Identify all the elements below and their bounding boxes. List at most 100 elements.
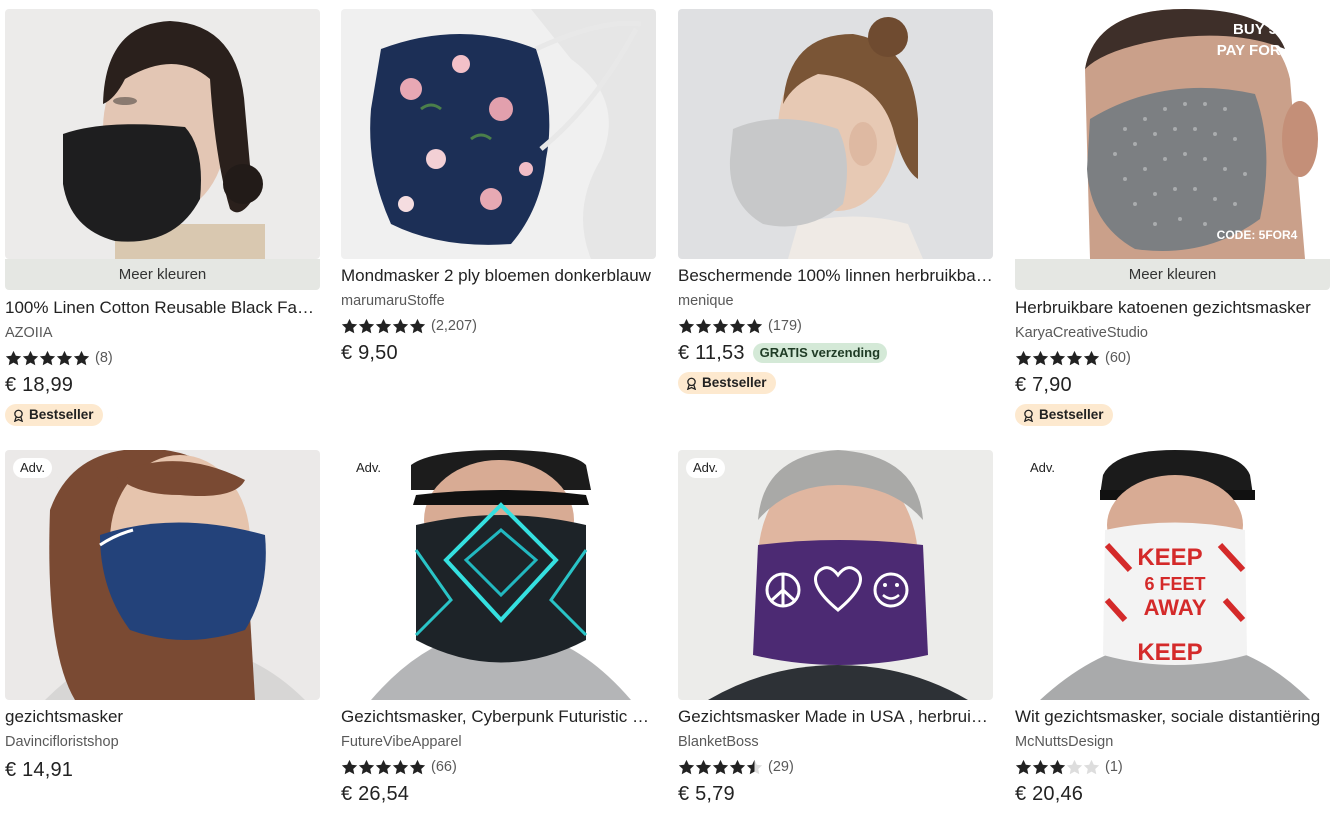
listing-title[interactable]: Mondmasker 2 ply bloemen donkerblauw: [341, 265, 656, 287]
star-rating: [1015, 759, 1100, 776]
ad-badge: Adv.: [13, 458, 53, 478]
bestseller-label: Bestseller: [29, 407, 94, 422]
star-icon-full: [1049, 759, 1066, 776]
listing-card[interactable]: BUY 5 PAY FOR 4 CODE: 5FOR4 Meer kleuren…: [1015, 9, 1330, 427]
price: € 9,50: [341, 341, 398, 364]
star-icon-full: [1015, 759, 1032, 776]
more-colors-button[interactable]: Meer kleuren: [1015, 259, 1330, 290]
listing-image[interactable]: [341, 9, 656, 259]
shop-name[interactable]: McNuttsDesign: [1015, 732, 1330, 752]
price: € 5,79: [678, 782, 735, 805]
star-icon-full: [729, 759, 746, 776]
listing-title[interactable]: Gezichtsmasker, Cyberpunk Futuristic Nec…: [341, 706, 656, 728]
shop-name[interactable]: FutureVibeApparel: [341, 732, 656, 752]
star-icon-full: [358, 318, 375, 335]
rating: (2,207): [341, 316, 656, 336]
review-count: (66): [431, 759, 457, 775]
listing-title[interactable]: Wit gezichtsmasker, sociale distantiërin…: [1015, 706, 1330, 728]
star-icon-full: [678, 318, 695, 335]
price: € 18,99: [5, 373, 74, 396]
rating: (1): [1015, 757, 1330, 777]
medal-icon: [686, 377, 697, 390]
review-count: (179): [768, 318, 802, 334]
star-rating: [1015, 350, 1100, 367]
listing-card[interactable]: Adv. Gezichtsmasker, Cyberpunk Futuristi…: [341, 450, 656, 807]
listing-title[interactable]: Beschermende 100% linnen herbruikbaar mo…: [678, 265, 993, 287]
listing-image[interactable]: Adv.: [341, 450, 656, 700]
listing-card[interactable]: Adv. Gezichtsmasker Made in USA , herbru…: [678, 450, 993, 807]
price-row: € 5,79: [678, 781, 993, 807]
ad-badge: Adv.: [1023, 458, 1063, 478]
star-icon-half: [746, 759, 763, 776]
listing-image[interactable]: [678, 9, 993, 259]
price-row: € 20,46: [1015, 781, 1330, 807]
shop-name[interactable]: marumaruStoffe: [341, 291, 656, 311]
listing-image[interactable]: Adv.: [5, 450, 320, 700]
star-icon-full: [341, 759, 358, 776]
star-icon-full: [1032, 759, 1049, 776]
star-icon-full: [5, 350, 22, 367]
star-icon-empty: [1083, 759, 1100, 776]
star-icon-full: [678, 759, 695, 776]
star-icon-full: [712, 318, 729, 335]
star-icon-full: [695, 318, 712, 335]
listing-title[interactable]: Gezichtsmasker Made in USA , herbruikbaa…: [678, 706, 993, 728]
rating: (179): [678, 316, 993, 336]
ad-badge: Adv.: [686, 458, 726, 478]
review-count: (2,207): [431, 318, 477, 334]
star-icon-full: [1066, 350, 1083, 367]
medal-icon: [13, 409, 24, 422]
listing-card[interactable]: Adv. gezichtsmasker Davinciflorist​shop …: [5, 450, 320, 783]
listing-card[interactable]: KEEP 6 FEET AWAY KEEP Adv. Wit gezichtsm…: [1015, 450, 1330, 807]
star-icon-full: [1083, 350, 1100, 367]
star-icon-full: [341, 318, 358, 335]
shop-name[interactable]: KaryaCreativeStudio: [1015, 323, 1330, 343]
star-icon-full: [1032, 350, 1049, 367]
price: € 7,90: [1015, 373, 1072, 396]
star-icon-empty: [1066, 759, 1083, 776]
price-row: € 14,91: [5, 757, 320, 783]
listing-image[interactable]: Adv.: [678, 450, 993, 700]
star-rating: [341, 759, 426, 776]
listing-title[interactable]: gezichtsmasker: [5, 706, 320, 728]
price: € 11,53: [678, 341, 745, 364]
star-rating: [678, 759, 763, 776]
star-icon-full: [1049, 350, 1066, 367]
svg-text:KEEP: KEEP: [1137, 639, 1202, 666]
price: € 14,91: [5, 758, 74, 781]
listing-image[interactable]: BUY 5 PAY FOR 4 CODE: 5FOR4: [1015, 9, 1330, 259]
shop-name[interactable]: Davinciflorist​shop: [5, 732, 320, 752]
star-icon-full: [358, 759, 375, 776]
medal-icon: [1023, 409, 1034, 422]
listing-image[interactable]: KEEP 6 FEET AWAY KEEP Adv.: [1015, 450, 1330, 700]
star-icon-full: [695, 759, 712, 776]
rating: (66): [341, 757, 656, 777]
promo-overlay-line2: PAY FOR 4: [1217, 42, 1294, 59]
listing-card[interactable]: Beschermende 100% linnen herbruikbaar mo…: [678, 9, 993, 395]
shop-name[interactable]: menique: [678, 291, 993, 311]
price-row: € 7,90: [1015, 372, 1330, 398]
star-icon-full: [375, 759, 392, 776]
rating: (8): [5, 348, 320, 368]
star-icon-full: [392, 318, 409, 335]
star-icon-full: [375, 318, 392, 335]
shop-name[interactable]: BlanketBoss: [678, 732, 993, 752]
listing-title[interactable]: 100% Linen Cotton Reusable Black Face Ma…: [5, 297, 320, 319]
listing-title[interactable]: Herbruikbare katoenen gezichtsmasker: [1015, 297, 1330, 319]
shop-name[interactable]: AZOIIA: [5, 323, 320, 343]
review-count: (8): [95, 350, 113, 366]
listing-grid: Meer kleuren 100% Linen Cotton Reusable …: [0, 0, 1338, 825]
listing-card[interactable]: Mondmasker 2 ply bloemen donkerblauw mar…: [341, 9, 656, 366]
star-icon-full: [746, 318, 763, 335]
star-rating: [5, 350, 90, 367]
svg-text:AWAY: AWAY: [1144, 595, 1207, 620]
listing-image[interactable]: [5, 9, 320, 259]
listing-card[interactable]: Meer kleuren 100% Linen Cotton Reusable …: [5, 9, 320, 427]
svg-text:6 FEET: 6 FEET: [1144, 574, 1205, 594]
rating: (60): [1015, 348, 1330, 368]
review-count: (1): [1105, 759, 1123, 775]
star-icon-full: [39, 350, 56, 367]
more-colors-button[interactable]: Meer kleuren: [5, 259, 320, 290]
star-icon-full: [22, 350, 39, 367]
star-rating: [678, 318, 763, 335]
